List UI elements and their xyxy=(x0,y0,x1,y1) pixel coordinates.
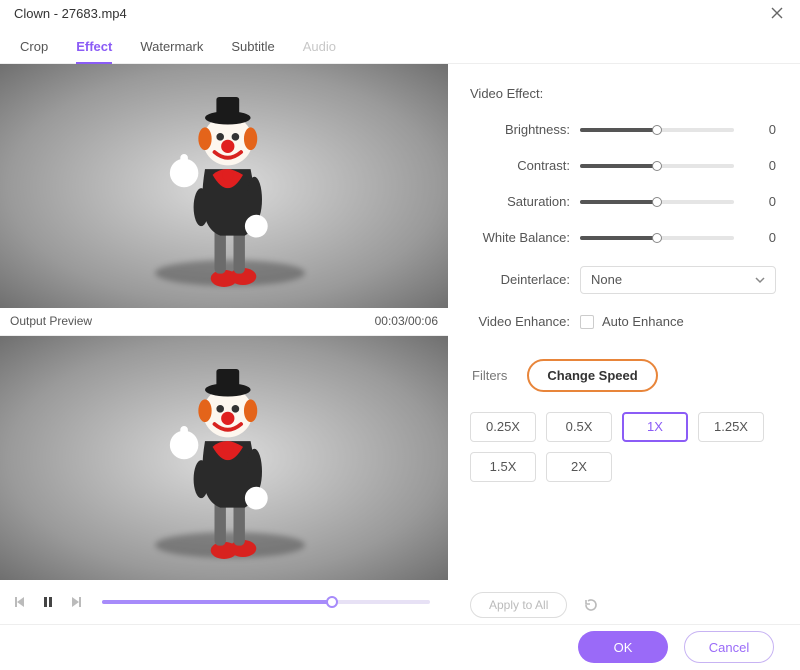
enhance-label: Video Enhance: xyxy=(470,314,580,329)
chevron-down-icon xyxy=(755,275,765,285)
whitebalance-slider[interactable] xyxy=(580,236,734,240)
saturation-label: Saturation: xyxy=(470,194,580,209)
contrast-label: Contrast: xyxy=(470,158,580,173)
clown-image-bottom xyxy=(139,356,310,575)
progress-slider[interactable] xyxy=(102,600,430,604)
video-effect-title: Video Effect: xyxy=(470,86,776,101)
output-preview-label: Output Preview xyxy=(4,314,375,328)
left-panel: Output Preview 00:03/00:06 xyxy=(0,64,448,624)
main-tabs: Crop Effect Watermark Subtitle Audio xyxy=(0,27,800,64)
saturation-slider[interactable] xyxy=(580,200,734,204)
subtab-change-speed[interactable]: Change Speed xyxy=(527,359,657,392)
ok-button[interactable]: OK xyxy=(578,631,668,663)
source-preview xyxy=(0,64,448,308)
editor-window: Clown - 27683.mp4 Crop Effect Watermark … xyxy=(0,0,800,670)
titlebar: Clown - 27683.mp4 xyxy=(0,0,800,27)
prev-frame-icon[interactable] xyxy=(10,592,30,612)
output-preview xyxy=(0,336,448,580)
apply-to-all-button[interactable]: Apply to All xyxy=(470,592,567,618)
playback-controls xyxy=(0,580,448,624)
deinterlace-select[interactable]: None xyxy=(580,266,776,294)
next-frame-icon[interactable] xyxy=(66,592,86,612)
subtab-filters[interactable]: Filters xyxy=(470,362,509,389)
auto-enhance-label: Auto Enhance xyxy=(602,314,684,329)
close-icon[interactable] xyxy=(768,4,786,22)
contrast-row: Contrast: 0 xyxy=(470,151,776,181)
speed-grid: 0.25X 0.5X 1X 1.25X 1.5X 2X xyxy=(470,412,776,482)
window-title: Clown - 27683.mp4 xyxy=(14,6,768,21)
brightness-label: Brightness: xyxy=(470,122,580,137)
speed-2x[interactable]: 2X xyxy=(546,452,612,482)
body: Output Preview 00:03/00:06 xyxy=(0,64,800,624)
timecode: 00:03/00:06 xyxy=(375,314,438,328)
contrast-value: 0 xyxy=(748,158,776,173)
auto-enhance-checkbox[interactable] xyxy=(580,315,594,329)
speed-0-25x[interactable]: 0.25X xyxy=(470,412,536,442)
speed-1-25x[interactable]: 1.25X xyxy=(698,412,764,442)
speed-1x[interactable]: 1X xyxy=(622,412,688,442)
apply-row: Apply to All xyxy=(470,592,776,624)
tab-effect[interactable]: Effect xyxy=(76,33,112,63)
whitebalance-row: White Balance: 0 xyxy=(470,223,776,253)
preview-label-row: Output Preview 00:03/00:06 xyxy=(0,308,448,336)
whitebalance-value: 0 xyxy=(748,230,776,245)
deinterlace-label: Deinterlace: xyxy=(470,272,580,287)
contrast-slider[interactable] xyxy=(580,164,734,168)
effect-subtabs: Filters Change Speed xyxy=(470,359,776,392)
tab-watermark[interactable]: Watermark xyxy=(140,33,203,63)
brightness-value: 0 xyxy=(748,122,776,137)
saturation-value: 0 xyxy=(748,194,776,209)
enhance-row: Video Enhance: Auto Enhance xyxy=(470,307,776,337)
tab-audio: Audio xyxy=(303,33,336,63)
speed-1-5x[interactable]: 1.5X xyxy=(470,452,536,482)
deinterlace-value: None xyxy=(591,272,622,287)
brightness-slider[interactable] xyxy=(580,128,734,132)
whitebalance-label: White Balance: xyxy=(470,230,580,245)
right-panel: Video Effect: Brightness: 0 Contrast: 0 … xyxy=(448,64,800,624)
tab-subtitle[interactable]: Subtitle xyxy=(231,33,274,63)
reset-icon[interactable] xyxy=(581,595,601,615)
footer: OK Cancel xyxy=(0,624,800,670)
brightness-row: Brightness: 0 xyxy=(470,115,776,145)
saturation-row: Saturation: 0 xyxy=(470,187,776,217)
speed-0-5x[interactable]: 0.5X xyxy=(546,412,612,442)
tab-crop[interactable]: Crop xyxy=(20,33,48,63)
deinterlace-row: Deinterlace: None xyxy=(470,265,776,295)
cancel-button[interactable]: Cancel xyxy=(684,631,774,663)
pause-icon[interactable] xyxy=(38,592,58,612)
clown-image-top xyxy=(139,84,310,303)
